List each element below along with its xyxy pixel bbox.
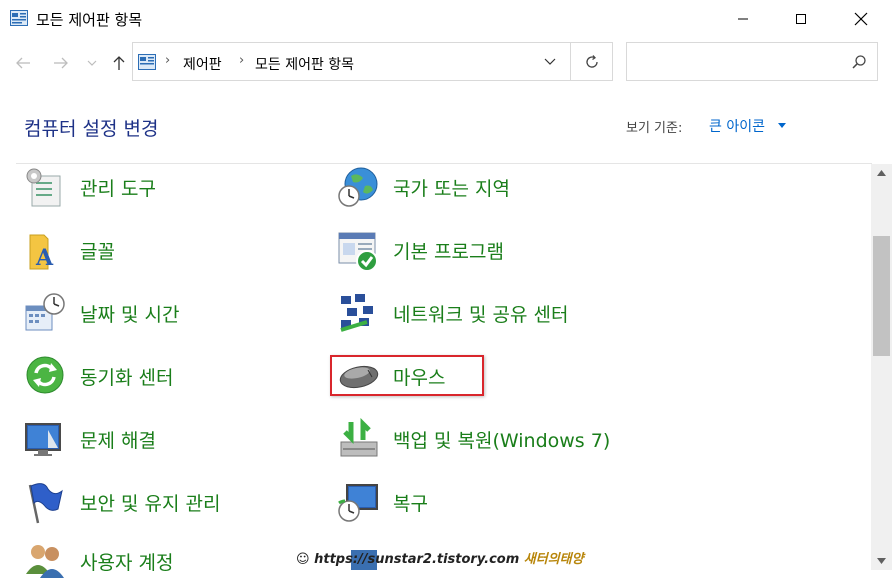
- backup-icon: [340, 418, 378, 457]
- control-panel-icon: [138, 54, 156, 70]
- forward-button[interactable]: [50, 52, 72, 74]
- search-icon[interactable]: [851, 54, 867, 70]
- item-sync-center[interactable]: 동기화 센터: [24, 355, 324, 399]
- item-label[interactable]: 사용자 계정: [80, 548, 173, 575]
- fonts-icon: A: [29, 234, 54, 271]
- item-label[interactable]: 복구: [393, 489, 428, 516]
- close-button[interactable]: [832, 0, 890, 38]
- troubleshooting-icon: [25, 423, 61, 456]
- default-programs-icon: [338, 232, 378, 272]
- refresh-button[interactable]: [571, 42, 613, 81]
- user-accounts-icon: [26, 545, 64, 578]
- item-network-sharing[interactable]: 네트워크 및 공유 센터: [337, 292, 637, 336]
- item-label[interactable]: 글꼴: [80, 237, 115, 264]
- arrow-left-icon: [16, 57, 30, 69]
- svg-text:A: A: [35, 245, 54, 271]
- arrow-right-icon: [54, 57, 68, 69]
- control-panel-icon: [10, 10, 28, 26]
- item-label[interactable]: 날짜 및 시간: [80, 300, 179, 327]
- arrow-up-icon: [113, 56, 125, 70]
- chevron-down-icon: [544, 58, 556, 65]
- breadcrumb-all-items[interactable]: 모든 제어판 항목: [255, 54, 354, 74]
- item-label[interactable]: 동기화 센터: [80, 363, 173, 390]
- item-label[interactable]: 문제 해결: [80, 426, 156, 453]
- item-label[interactable]: 보안 및 유지 관리: [80, 489, 220, 516]
- vertical-scrollbar[interactable]: [871, 164, 892, 570]
- item-default-programs[interactable]: 기본 프로그램: [337, 229, 637, 273]
- search-input[interactable]: [626, 42, 878, 81]
- scroll-down-button[interactable]: [871, 552, 892, 570]
- chevron-down-icon: [87, 60, 97, 66]
- watermark-name: 새터의태양: [523, 552, 584, 567]
- caret-up-icon: [877, 170, 886, 176]
- item-label[interactable]: 국가 또는 지역: [393, 174, 510, 201]
- title-bar: 모든 제어판 항목: [0, 0, 892, 38]
- up-button[interactable]: [108, 52, 130, 74]
- scroll-thumb[interactable]: [873, 236, 890, 356]
- breadcrumb-control-panel[interactable]: 제어판: [183, 54, 222, 74]
- caret-down-icon[interactable]: [778, 123, 786, 128]
- item-fonts[interactable]: A 글꼴: [24, 229, 324, 273]
- refresh-icon: [585, 54, 598, 68]
- page-title: 컴퓨터 설정 변경: [24, 118, 159, 140]
- item-label[interactable]: 네트워크 및 공유 센터: [393, 300, 568, 327]
- maximize-icon: [796, 14, 806, 24]
- security-flag-icon: [28, 483, 63, 524]
- caret-down-icon: [877, 558, 886, 564]
- item-label[interactable]: 관리 도구: [80, 174, 156, 201]
- window-title: 모든 제어판 항목: [36, 11, 143, 29]
- address-bar[interactable]: › 제어판 › 모든 제어판 항목: [132, 42, 571, 81]
- close-icon: [854, 12, 868, 26]
- item-troubleshooting[interactable]: 문제 해결: [24, 418, 324, 462]
- chevron-right-icon[interactable]: ›: [165, 53, 170, 68]
- scroll-up-button[interactable]: [871, 164, 892, 182]
- watermark-url: https://sunstar2.tistory.com: [314, 552, 520, 567]
- admin-tools-icon: [26, 168, 61, 207]
- item-label[interactable]: 기본 프로그램: [393, 237, 504, 264]
- region-globe-icon: [338, 167, 378, 207]
- minimize-icon: [738, 18, 748, 20]
- network-icon: [340, 294, 373, 332]
- view-by-dropdown[interactable]: 큰 아이콘: [709, 116, 765, 136]
- item-user-accounts[interactable]: 사용자 계정: [24, 540, 324, 584]
- item-security-maintenance[interactable]: 보안 및 유지 관리: [24, 481, 324, 525]
- date-time-icon: [25, 293, 65, 331]
- item-date-time[interactable]: 날짜 및 시간: [24, 292, 324, 336]
- address-row: › 제어판 › 모든 제어판 항목: [0, 38, 892, 88]
- item-label[interactable]: 백업 및 복원(Windows 7): [393, 426, 610, 453]
- highlight-box: [330, 355, 484, 396]
- address-history-button[interactable]: [539, 51, 561, 73]
- sync-center-icon: [26, 356, 64, 394]
- item-recovery[interactable]: 복구: [337, 481, 637, 525]
- maximize-button[interactable]: [772, 0, 830, 38]
- item-region[interactable]: 국가 또는 지역: [337, 166, 637, 210]
- chevron-right-icon[interactable]: ›: [239, 53, 244, 68]
- header-divider: [16, 163, 872, 164]
- back-button[interactable]: [12, 52, 34, 74]
- item-admin-tools[interactable]: 관리 도구: [24, 166, 324, 210]
- minimize-button[interactable]: [714, 0, 772, 38]
- watermark: ☺ https://sunstar2.tistory.com 새터의태양: [296, 548, 584, 567]
- recovery-icon: [338, 484, 378, 522]
- recent-locations-button[interactable]: [84, 52, 100, 74]
- item-backup-restore[interactable]: 백업 및 복원(Windows 7): [337, 418, 637, 462]
- smiley-icon: ☺: [296, 552, 310, 567]
- view-by-label: 보기 기준:: [626, 121, 683, 136]
